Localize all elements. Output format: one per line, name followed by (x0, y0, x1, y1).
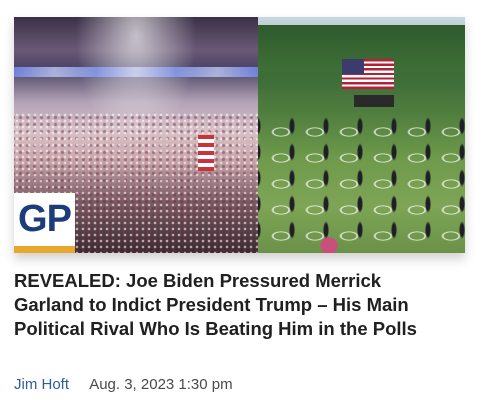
stage-lights (14, 67, 258, 77)
podium-stage (354, 95, 394, 107)
attendees (258, 113, 465, 243)
outdoor-event-photo (258, 17, 465, 253)
gp-logo-bar (14, 246, 75, 253)
gp-logo: GP (14, 193, 75, 253)
american-flag (342, 59, 394, 89)
publish-date: Aug. 3, 2023 1:30 pm (89, 376, 233, 393)
flower-pot (314, 235, 344, 253)
article-meta: Jim Hoft Aug. 3, 2023 1:30 pm (14, 375, 454, 395)
article-card: GP REVEALED: Joe Biden Pressured Merrick… (0, 0, 482, 411)
article-headline[interactable]: REVEALED: Joe Biden Pressured Merrick Ga… (14, 269, 454, 341)
author-link[interactable]: Jim Hoft (14, 376, 69, 393)
article-image[interactable] (14, 17, 465, 253)
crowd-flag (198, 135, 214, 171)
gp-logo-text: GP (18, 198, 72, 240)
